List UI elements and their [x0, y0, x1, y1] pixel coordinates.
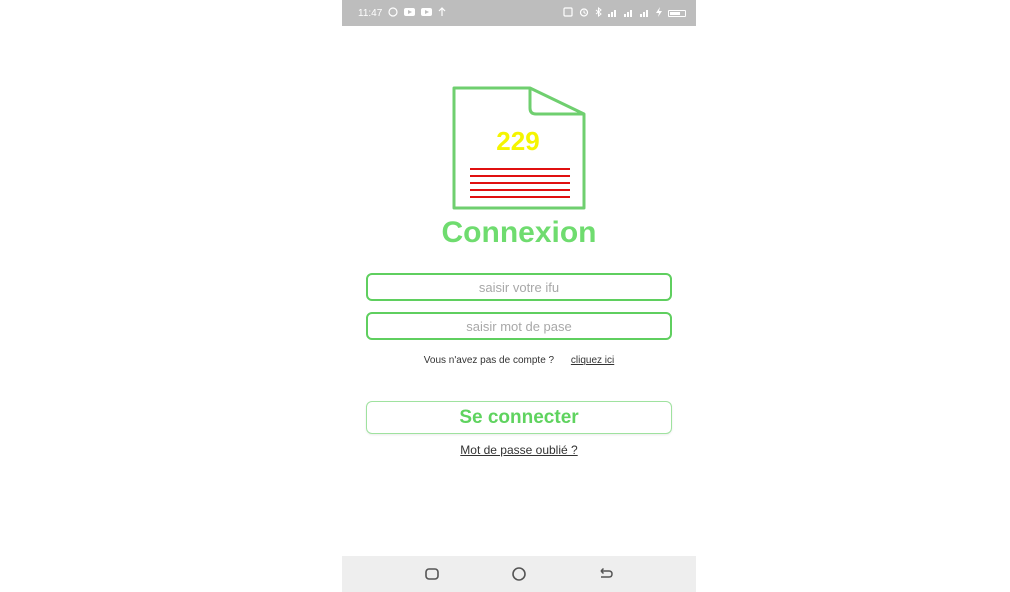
signal-icon — [608, 8, 618, 19]
logo-line — [470, 196, 570, 198]
document-logo-icon: 229 — [452, 86, 586, 210]
password-input[interactable] — [366, 312, 672, 340]
signup-row: Vous n'avez pas de compte ? cliquez ici — [342, 355, 696, 366]
back-button[interactable] — [596, 564, 616, 584]
navigation-bar — [342, 556, 696, 592]
home-icon — [512, 567, 526, 581]
signal-icon — [640, 8, 650, 19]
status-right — [563, 6, 686, 19]
nfc-icon — [563, 7, 573, 19]
logo-line — [470, 168, 570, 170]
whatsapp-icon — [388, 7, 398, 19]
status-left: 11:47 — [358, 7, 446, 19]
logo-number: 229 — [496, 126, 539, 156]
logo-line — [470, 182, 570, 184]
home-button[interactable] — [509, 564, 529, 584]
youtube-icon — [421, 8, 433, 18]
signup-prompt: Vous n'avez pas de compte ? — [423, 355, 555, 366]
recent-apps-button[interactable] — [422, 564, 442, 584]
youtube-icon — [404, 8, 416, 18]
alarm-icon — [579, 7, 589, 19]
bluetooth-icon — [595, 6, 602, 19]
upload-icon — [438, 7, 446, 19]
connect-button[interactable]: Se connecter — [366, 401, 672, 434]
app-logo: 229 — [452, 86, 586, 217]
recent-apps-icon — [425, 568, 439, 580]
logo-line — [470, 175, 570, 177]
ifu-input[interactable] — [366, 273, 672, 301]
status-time: 11:47 — [358, 7, 383, 19]
battery-icon — [668, 9, 686, 17]
signup-link[interactable]: cliquez ici — [571, 355, 614, 366]
page-title: Connexion — [441, 216, 597, 249]
back-icon — [600, 567, 613, 578]
charging-icon — [656, 7, 662, 19]
logo-line — [470, 189, 570, 191]
forgot-password-link[interactable]: Mot de passe oublié ? — [342, 443, 696, 457]
phone-screen: 11:47 229 Connexion saisir votre ifu Vou… — [342, 0, 696, 592]
status-bar: 11:47 — [342, 0, 696, 26]
signal-icon — [624, 8, 634, 19]
